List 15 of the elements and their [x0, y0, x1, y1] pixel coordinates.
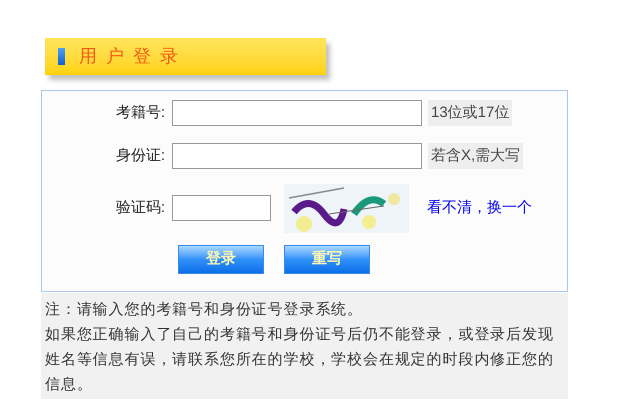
field-label: 考籍号: [114, 102, 166, 123]
field-hint: 若含X,需大写 [428, 143, 524, 169]
login-button[interactable]: 登录 [178, 245, 264, 274]
header-title: 用 户 登 录 [79, 45, 180, 68]
captcha-input-field[interactable] [172, 195, 271, 221]
input-field[interactable] [172, 100, 422, 126]
reset-button[interactable]: 重写 [284, 245, 370, 274]
field-label: 身份证: [114, 146, 166, 166]
field-label: 验证码: [114, 198, 166, 218]
refresh-captcha-link[interactable]: 看不清，换一个 [427, 196, 532, 220]
field-hint: 13位或17位 [428, 100, 512, 126]
bar-marker-icon [58, 48, 65, 65]
notice-text: 注：请输入您的考籍号和身份证号登录系统。 [45, 300, 364, 320]
notice-text: 如果您正确输入了自己的考籍号和身份证号后仍不能登录，或登录后发现姓名等信息有误，请联系您所在的学校，学校会在规定的时段内修正您的信息。 [45, 325, 555, 395]
input-field[interactable] [172, 143, 422, 169]
